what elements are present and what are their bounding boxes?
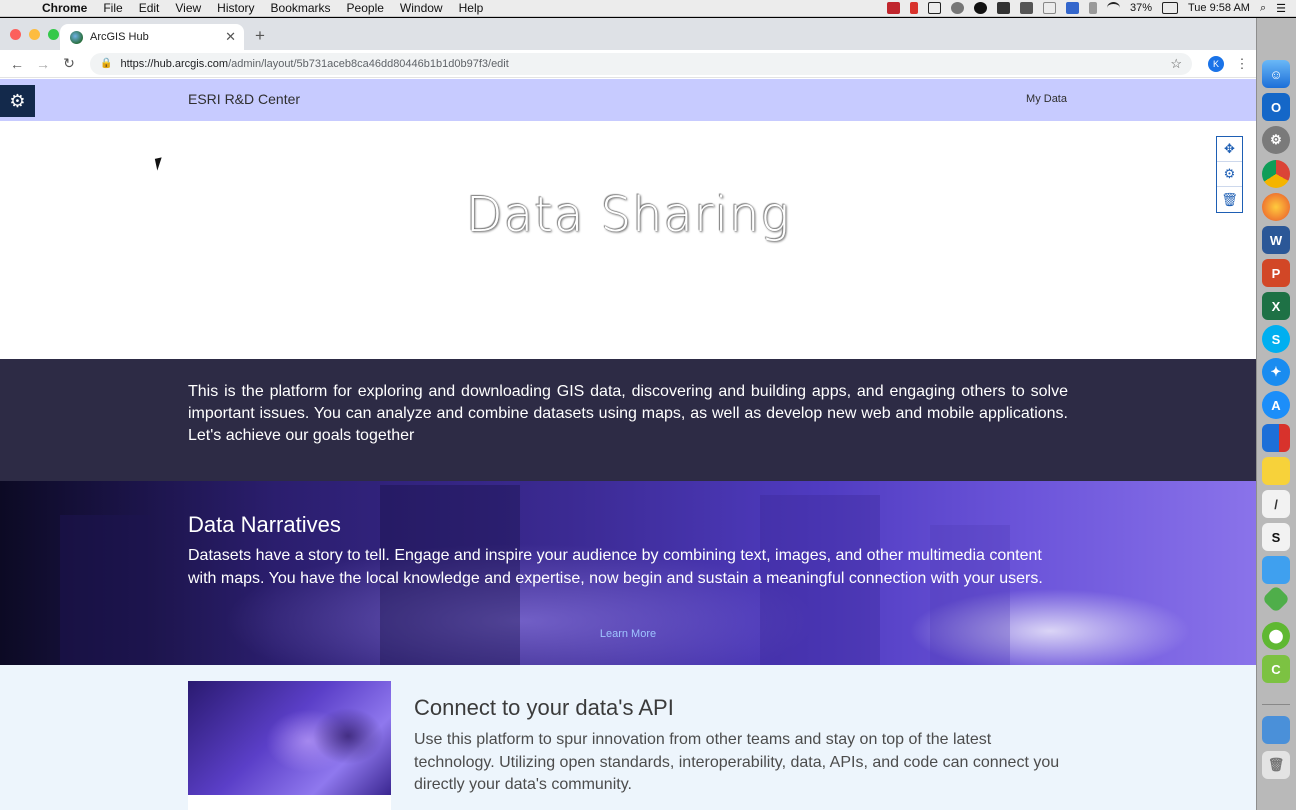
chrome-window: ArcGIS Hub ✕ + ← → ↻ 🔒 https://hub.arcgi…: [0, 18, 1256, 810]
remote-desktop-icon[interactable]: [1262, 556, 1290, 584]
script-editor-icon[interactable]: /: [1262, 490, 1290, 518]
data-narratives-section: Data Narratives Datasets have a story to…: [0, 481, 1256, 665]
intro-section: This is the platform for exploring and d…: [0, 359, 1256, 481]
trash-icon[interactable]: 🗑: [1217, 187, 1242, 212]
intro-text: This is the platform for exploring and d…: [188, 383, 1068, 444]
menubar-clock[interactable]: Tue 9:58 AM: [1188, 2, 1250, 14]
tweak-icon[interactable]: [1261, 584, 1291, 614]
reload-button[interactable]: ↻: [58, 55, 80, 72]
menu-view[interactable]: View: [167, 1, 209, 15]
battery-icon[interactable]: [1161, 2, 1178, 14]
outlook-icon[interactable]: O: [1262, 93, 1290, 121]
url-path: /admin/layout/5b731aceb8ca46dd80446b1b1d…: [228, 57, 509, 70]
api-body: Use this platform to spur innovation fro…: [414, 731, 1060, 793]
nav-link-my-data[interactable]: My Data: [1026, 93, 1067, 105]
api-card-image: [188, 681, 391, 795]
dock-separator: [1262, 704, 1290, 705]
tray-app-icon[interactable]: [886, 2, 900, 14]
api-title: Connect to your data's API: [414, 695, 674, 720]
move-icon[interactable]: ✥: [1217, 137, 1242, 162]
tray-shield-icon[interactable]: [1042, 2, 1056, 14]
chrome-icon[interactable]: [1262, 160, 1290, 188]
bookmark-star-icon[interactable]: ☆: [1170, 56, 1182, 72]
menu-app-name[interactable]: Chrome: [34, 1, 95, 15]
window-controls: [10, 29, 59, 40]
macos-menubar: Chrome File Edit View History Bookmarks …: [0, 0, 1296, 17]
stickies-icon[interactable]: [1262, 457, 1290, 485]
url-host: https://hub.arcgis.com: [120, 57, 229, 70]
tray-s-icon[interactable]: [973, 2, 987, 14]
close-tab-icon[interactable]: ✕: [225, 29, 236, 45]
parallels-icon[interactable]: [909, 2, 918, 14]
app-store-icon[interactable]: A: [1262, 391, 1290, 419]
settings-gear-icon[interactable]: ⚙: [1217, 162, 1242, 187]
narratives-title: Data Narratives: [188, 512, 341, 537]
firefox-icon[interactable]: [1262, 193, 1290, 221]
site-settings-gear-icon[interactable]: ⚙: [0, 85, 35, 117]
browser-toolbar: ← → ↻ 🔒 https://hub.arcgis.com /admin/la…: [0, 50, 1256, 78]
site-header: ⚙ ESRI R&D Center My Data: [0, 79, 1256, 121]
globe-icon: [70, 30, 83, 44]
tray-display-icon[interactable]: [1065, 2, 1079, 14]
menu-file[interactable]: File: [95, 1, 130, 15]
profile-avatar[interactable]: K: [1208, 55, 1224, 72]
hero-section[interactable]: Data Sharing ✥ ⚙ 🗑: [0, 121, 1256, 359]
word-icon[interactable]: W: [1262, 226, 1290, 254]
menu-history[interactable]: History: [209, 1, 262, 15]
status-tray: 37% Tue 9:58 AM ⌕ ☰: [886, 2, 1296, 15]
chrome-menu-icon[interactable]: ⋮: [1234, 56, 1250, 72]
zoom-window-button[interactable]: [48, 29, 59, 40]
battery-percent[interactable]: 37%: [1130, 2, 1152, 14]
lock-icon[interactable]: 🔒: [100, 58, 112, 69]
tab-arcgis-hub[interactable]: ArcGIS Hub ✕: [60, 24, 244, 50]
back-button[interactable]: ←: [6, 56, 28, 72]
parallels-desktop-icon[interactable]: [1262, 424, 1290, 452]
tray-spiral-icon[interactable]: [950, 2, 964, 14]
menu-bookmarks[interactable]: Bookmarks: [263, 1, 339, 15]
sublime-icon[interactable]: S: [1262, 523, 1290, 551]
camtasia-icon[interactable]: C: [1262, 655, 1290, 683]
evernote-icon[interactable]: ⬤: [1262, 622, 1290, 650]
powerpoint-icon[interactable]: P: [1262, 259, 1290, 287]
skype-icon[interactable]: S: [1262, 325, 1290, 353]
site-title[interactable]: ESRI R&D Center: [188, 91, 300, 107]
tab-title: ArcGIS Hub: [90, 31, 149, 43]
row-edit-toolbar: ✥ ⚙ 🗑: [1216, 136, 1243, 213]
finder-icon[interactable]: ☺: [1262, 60, 1290, 88]
tray-car-icon[interactable]: [1019, 2, 1033, 14]
learn-more-link[interactable]: Learn More: [0, 628, 1256, 640]
minimize-window-button[interactable]: [29, 29, 40, 40]
system-preferences-icon[interactable]: ⚙: [1262, 126, 1290, 154]
new-tab-button[interactable]: +: [255, 26, 265, 46]
menu-edit[interactable]: Edit: [131, 1, 168, 15]
trash-bin-icon[interactable]: 🗑: [1262, 751, 1290, 779]
macos-dock: ☺ O ⚙ W P X S ✦ A / S ⬤ C 🗑: [1256, 18, 1296, 810]
close-window-button[interactable]: [10, 29, 21, 40]
tab-strip: ArcGIS Hub ✕ +: [0, 18, 1256, 50]
menu-window[interactable]: Window: [392, 1, 451, 15]
safari-icon[interactable]: ✦: [1262, 358, 1290, 386]
api-card-footer: [188, 795, 391, 810]
page-viewport: ⚙ ESRI R&D Center My Data Data Sharing ✥…: [0, 79, 1256, 810]
tray-window-icon[interactable]: [927, 2, 941, 14]
downloads-folder-icon[interactable]: [1262, 716, 1290, 744]
excel-icon[interactable]: X: [1262, 292, 1290, 320]
hero-title: Data Sharing: [465, 187, 791, 243]
menu-people[interactable]: People: [339, 1, 392, 15]
tray-binoculars-icon[interactable]: [996, 2, 1010, 14]
notification-center-icon[interactable]: ☰: [1276, 2, 1286, 15]
narratives-body: Datasets have a story to tell. Engage an…: [188, 547, 1043, 587]
address-bar[interactable]: 🔒 https://hub.arcgis.com /admin/layout/5…: [90, 52, 1192, 75]
background-building: [60, 515, 150, 665]
api-section: Connect to your data's API Use this plat…: [0, 665, 1256, 810]
bluetooth-icon[interactable]: [1088, 2, 1097, 14]
spotlight-icon[interactable]: ⌕: [1260, 2, 1266, 15]
menu-help[interactable]: Help: [451, 1, 492, 15]
forward-button[interactable]: →: [32, 56, 54, 72]
wifi-icon[interactable]: [1106, 2, 1120, 14]
